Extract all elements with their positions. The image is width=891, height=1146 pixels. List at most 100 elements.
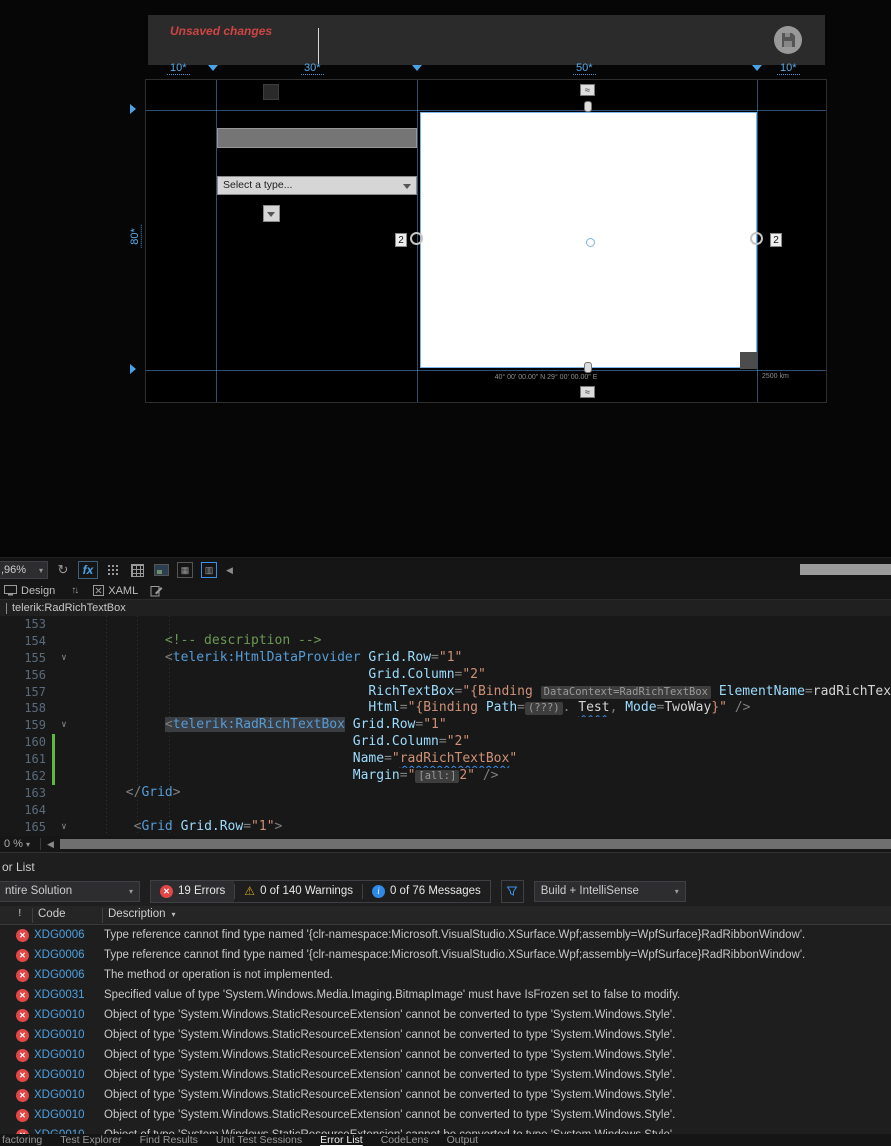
grid-column-size[interactable]: 10*: [167, 62, 190, 75]
code-line[interactable]: 159 ∨ <telerik:RadRichTextBox Grid.Row="1…: [0, 717, 891, 734]
code-line[interactable]: 162 Margin=" [all:] 2" />: [0, 768, 891, 785]
code-token: radRichTextBox: [812, 683, 891, 699]
error-row[interactable]: ✕ XDG0010 Object of type 'System.Windows.S…: [0, 1045, 891, 1065]
code-line[interactable]: 153: [0, 616, 891, 633]
code-editor[interactable]: 153 154 <!-- description --> 155 ∨ <telerik…: [0, 616, 891, 836]
warnings-filter-button[interactable]: ⚠ 0 of 140 Warnings: [235, 881, 362, 902]
change-bar: [52, 819, 55, 836]
small-dark-button[interactable]: [263, 84, 279, 100]
row-marker-icon[interactable]: [130, 364, 136, 374]
error-row[interactable]: ✕ XDG0010 Object of type 'System.Windows.S…: [0, 1085, 891, 1105]
margin-anchor-top-icon[interactable]: [584, 101, 592, 112]
errors-filter-button[interactable]: ✕ 19 Errors: [151, 880, 235, 902]
bottom-tab[interactable]: factoring: [2, 1134, 42, 1146]
grid-column-size[interactable]: 10*: [777, 62, 800, 75]
editor-zoom-select[interactable]: 0 % ▾: [0, 838, 34, 850]
bottom-tab[interactable]: Unit Test Sessions: [216, 1134, 302, 1146]
error-row[interactable]: ✕ XDG0010 Object of type 'System.Windows.S…: [0, 1025, 891, 1045]
severity-column-icon[interactable]: !: [18, 908, 21, 919]
textbox-control[interactable]: [217, 128, 417, 148]
column-divider: [102, 908, 103, 923]
code-token: <: [164, 717, 173, 733]
margin-anchor-right-icon[interactable]: [750, 232, 763, 245]
error-row[interactable]: ✕ XDG0006 Type reference cannot find type …: [0, 945, 891, 965]
build-filter-select[interactable]: Build + IntelliSense ▾: [533, 880, 686, 902]
code-token: TwoWay: [664, 700, 712, 716]
code-line[interactable]: 165 ∨ <Grid Grid.Row="1">: [0, 819, 891, 836]
bottom-tab[interactable]: Error List: [320, 1134, 363, 1146]
snapline-button[interactable]: ▦: [176, 561, 194, 579]
fold-marker-icon[interactable]: ∨: [57, 650, 71, 667]
save-button[interactable]: [773, 25, 803, 55]
scroll-left-icon[interactable]: ◀: [47, 839, 54, 850]
code-column-header[interactable]: Code: [38, 908, 66, 920]
grid-column-size[interactable]: 50*: [573, 62, 596, 75]
tab-design[interactable]: Design: [4, 585, 55, 597]
margin-anchor-bottom-icon[interactable]: [584, 362, 592, 373]
show-grid-button[interactable]: [104, 561, 122, 579]
annotations-toggle-button[interactable]: ▥: [200, 561, 218, 579]
edit-icon[interactable]: [150, 584, 163, 597]
tab-xaml[interactable]: XAML: [93, 585, 138, 597]
designer-zoom-select[interactable]: ,96% ▾: [0, 561, 48, 579]
dropdown-button-control[interactable]: [263, 205, 280, 222]
grid-splitter-line[interactable]: [146, 110, 826, 111]
code-line[interactable]: 164: [0, 802, 891, 819]
snap-grid-button[interactable]: [128, 561, 146, 579]
margin-spring-top-icon[interactable]: ≈: [580, 84, 595, 96]
design-canvas[interactable]: Select a type... ≈ ≈ 2 2 40° 00' 00.00" …: [145, 79, 827, 403]
margin-anchor-left-icon[interactable]: [410, 232, 423, 245]
combobox-control[interactable]: Select a type...: [217, 176, 417, 195]
filter-button[interactable]: [500, 879, 524, 903]
messages-filter-button[interactable]: i 0 of 76 Messages: [363, 881, 490, 902]
error-row[interactable]: ✕ XDG0010 Object of type 'System.Windows.S…: [0, 1065, 891, 1085]
error-row[interactable]: ✕ XDG0010 Object of type 'System.Windows.S…: [0, 1005, 891, 1025]
change-bar: [52, 734, 55, 752]
fold-marker-icon[interactable]: ∨: [57, 819, 71, 836]
resize-grip[interactable]: [740, 352, 757, 369]
selection-center-handle[interactable]: [586, 238, 595, 247]
column-marker-icon[interactable]: [412, 65, 422, 71]
description-column-header[interactable]: Description ▾: [108, 908, 176, 920]
designer-scrollbar-thumb[interactable]: [800, 564, 891, 575]
bottom-tab[interactable]: Find Results: [140, 1134, 198, 1146]
code-token: DataContext=RadRichTextBox: [540, 685, 711, 699]
swap-panes-icon[interactable]: ↑↓: [71, 585, 79, 596]
margin-spring-bottom-icon[interactable]: ≈: [580, 386, 595, 398]
error-row[interactable]: ✕ XDG0031 Specified value of type 'System.…: [0, 985, 891, 1005]
scope-filter-select[interactable]: ntire Solution ▾: [0, 880, 140, 902]
grid-column-size[interactable]: 30*: [301, 62, 324, 75]
bottom-tab[interactable]: Output: [447, 1134, 479, 1146]
row-marker-icon[interactable]: [130, 104, 136, 114]
error-row[interactable]: ✕ XDG0006 The method or operation is not i…: [0, 965, 891, 985]
code-line[interactable]: 154 <!-- description -->: [0, 633, 891, 650]
effects-button[interactable]: fx: [78, 561, 98, 579]
horizontal-scrollbar-thumb[interactable]: [59, 839, 891, 849]
bottom-tab[interactable]: Test Explorer: [60, 1134, 121, 1146]
code-line[interactable]: 156 Grid.Column="2": [0, 667, 891, 684]
scroll-left-icon[interactable]: ◀: [226, 565, 233, 576]
header-divider: [318, 28, 319, 64]
column-marker-icon[interactable]: [208, 65, 218, 71]
error-code: XDG0006: [34, 969, 85, 981]
fold-marker-icon[interactable]: ∨: [57, 717, 71, 734]
breadcrumb[interactable]: telerik:RadRichTextBox: [0, 600, 891, 616]
grid-splitter-line[interactable]: [146, 370, 826, 371]
chevron-down-icon: ▾: [128, 886, 133, 896]
code-line[interactable]: 161 Name="radRichTextBox": [0, 751, 891, 769]
bottom-tab[interactable]: CodeLens: [381, 1134, 429, 1146]
design-tab-label: Design: [21, 584, 56, 597]
code-line[interactable]: 160 Grid.Column="2": [0, 734, 891, 752]
column-marker-icon[interactable]: [752, 65, 762, 71]
grid-row-size[interactable]: 80*: [128, 225, 142, 248]
error-row[interactable]: ✕ XDG0010 Object of type 'System.Windows.S…: [0, 1105, 891, 1125]
code-line[interactable]: 155 ∨ <telerik:HtmlDataProvider Grid.Row=…: [0, 650, 891, 667]
artboard-background-button[interactable]: [152, 561, 170, 579]
refresh-icon[interactable]: ↻: [54, 561, 72, 579]
editor-scrollbar-row: 0 % ▾ ◀: [0, 836, 891, 852]
code-token: <: [164, 649, 173, 665]
code-line[interactable]: 158 Html="{Binding Path= (???). Test, Mod…: [0, 700, 891, 717]
code-line[interactable]: 157 RichTextBox = "{Binding DataContext=Ra…: [0, 684, 891, 701]
error-row[interactable]: ✕ XDG0006 Type reference cannot find type …: [0, 925, 891, 945]
code-line[interactable]: 163 </Grid>: [0, 785, 891, 802]
